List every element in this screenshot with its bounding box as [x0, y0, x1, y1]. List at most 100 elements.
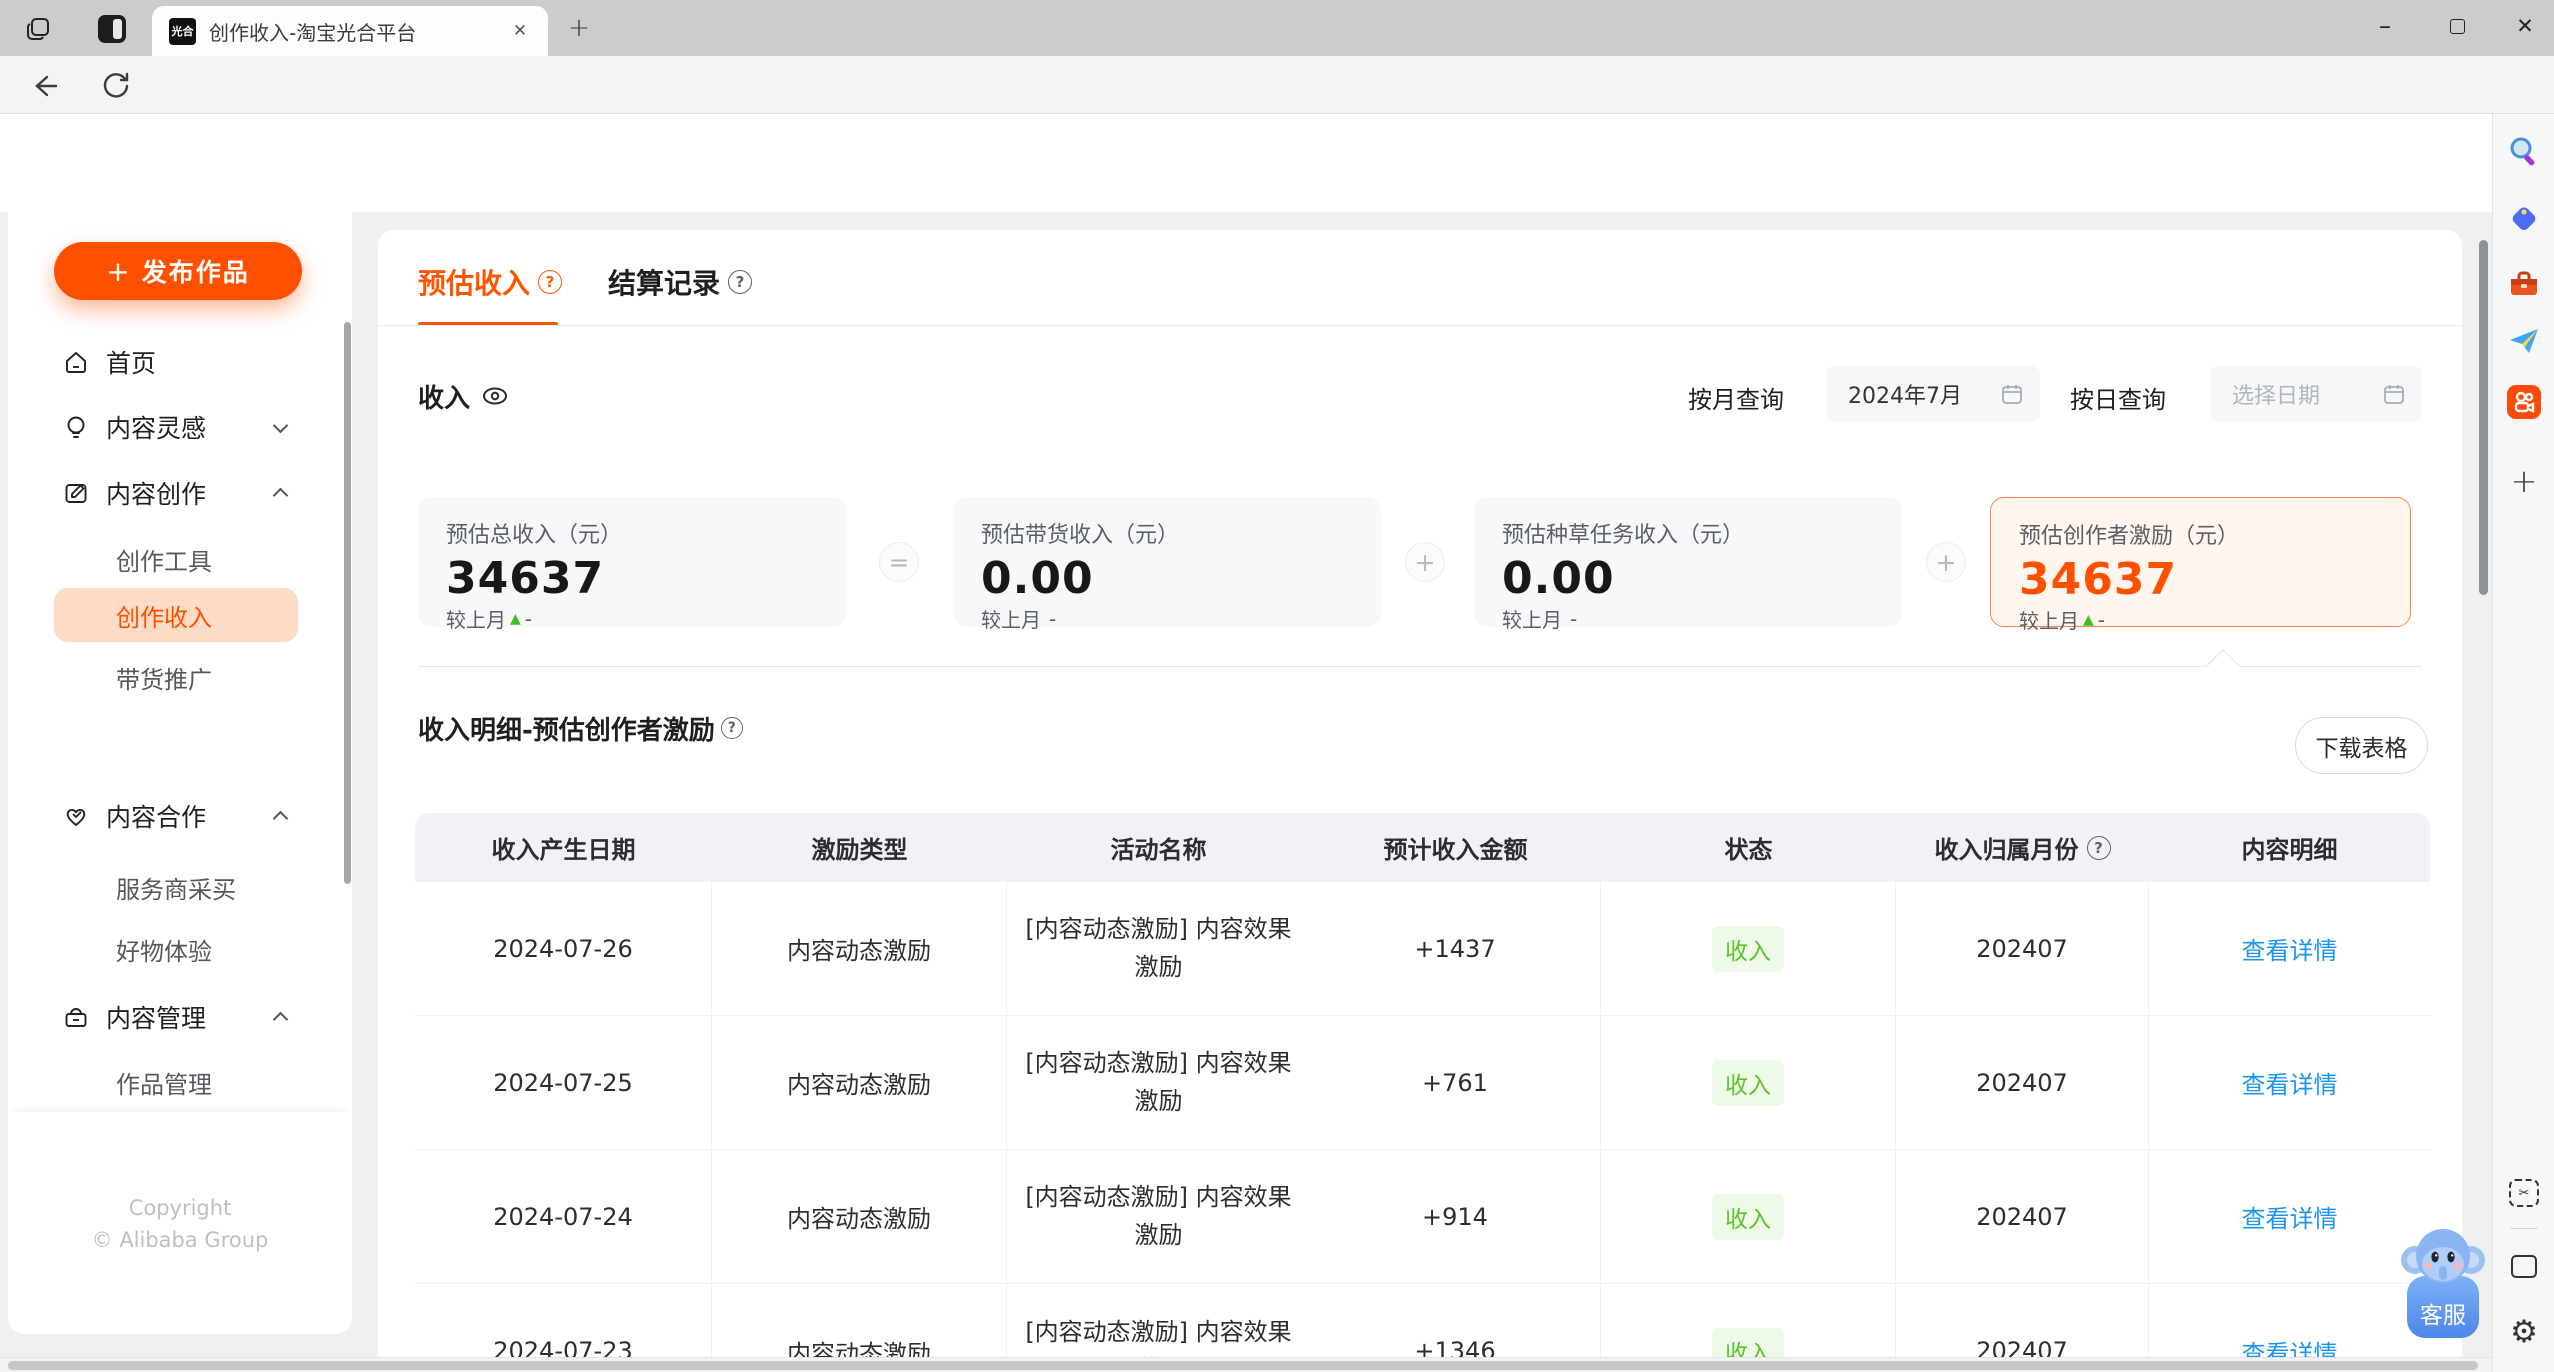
day-query-label: 按日查询	[2070, 386, 2166, 414]
tab-title: 创作收入-淘宝光合平台	[209, 20, 417, 45]
status-badge: 收入	[1712, 925, 1784, 972]
sidebar-item-creation-income-selected[interactable]: 创作收入	[54, 588, 298, 642]
view-detail-link[interactable]: 查看详情	[2242, 1199, 2338, 1234]
workspaces-icon[interactable]	[96, 13, 128, 45]
new-tab-button[interactable]: +	[564, 13, 594, 43]
sidebar-item-service-purchase[interactable]: 服务商采买	[8, 859, 352, 915]
divider	[378, 325, 2462, 326]
publish-work-button[interactable]: + 发布作品	[54, 242, 302, 300]
column-header: 激励类型	[811, 836, 908, 864]
calendar-icon	[2002, 385, 2022, 404]
income-section-label: 收入	[418, 376, 510, 416]
main-content: 预估收入 ? 结算记录 ? 收入 按月查询 2024年7月 按日查询 选择日期 …	[378, 230, 2462, 1372]
search-icon[interactable]	[2506, 134, 2542, 170]
column-header: 状态	[1724, 836, 1773, 864]
window-minimize-button[interactable]: –	[2356, 0, 2414, 52]
screenshot-icon[interactable]: ✂	[2506, 1175, 2542, 1211]
home-icon	[66, 352, 86, 373]
help-icon[interactable]: ?	[538, 270, 563, 294]
kuaishou-icon[interactable]	[2506, 384, 2542, 420]
tab-close-icon[interactable]: ✕	[508, 19, 532, 43]
month-query-label: 按月查询	[1688, 386, 1784, 414]
divider	[418, 666, 2422, 667]
calendar-icon	[2384, 385, 2404, 404]
chevron-down-icon	[272, 417, 289, 433]
card-goods-income: 预估带货收入（元） 0.00 较上月 -	[953, 497, 1381, 632]
eye-icon[interactable]	[480, 381, 510, 411]
edge-sidebar-rail: + ✂ ⚙	[2492, 114, 2554, 1372]
chevron-up-icon	[272, 1011, 289, 1028]
horizontal-scrollbar-thumb[interactable]	[8, 1361, 2478, 1370]
column-header: 预计收入金额	[1383, 836, 1528, 864]
settings-gear-icon[interactable]: ⚙	[2506, 1314, 2542, 1350]
chevron-up-icon	[272, 810, 289, 827]
table-row: 2024-07-26 内容动态激励 [内容动态激励] 内容效果激励 +1437 …	[415, 881, 2430, 1016]
archive-icon	[65, 1008, 87, 1027]
sidebar-footer: Copyright © Alibaba Group	[8, 1112, 352, 1334]
browser-tab[interactable]: 光合 创作收入-淘宝光合平台 ✕	[152, 6, 548, 56]
table-row: 2024-07-24 内容动态激励 [内容动态激励] 内容效果激励 +914 收…	[415, 1149, 2430, 1284]
sidebar-item-creation[interactable]: 内容创作	[8, 465, 352, 521]
page-vertical-scrollbar[interactable]	[2479, 240, 2488, 595]
table-header-row: 收入产生日期 激励类型 活动名称 预计收入金额 状态 收入归属月份? 内容明细	[415, 813, 2430, 882]
sidebar-scrollbar[interactable]	[344, 322, 351, 884]
chevron-up-icon	[272, 487, 289, 504]
card-creator-incentive-selected[interactable]: 预估创作者激励（元） 34637 较上月 ▲ -	[1990, 497, 2411, 633]
sidebar: + 发布作品 首页 内容灵感 内容创作 创作工具 创作收入 带货推广 内容合作 …	[8, 212, 352, 1334]
rail-divider	[2510, 1228, 2538, 1229]
plus-icon: +	[1405, 542, 1445, 582]
screen: 光合 创作收入-淘宝光合平台 ✕ + – ✕ https://creator.g…	[0, 0, 2554, 1372]
sidebar-item-cooperation[interactable]: 内容合作	[8, 788, 352, 844]
column-header: 收入产生日期	[491, 836, 636, 864]
month-picker[interactable]: 2024年7月	[1826, 366, 2040, 422]
window-maximize-button[interactable]	[2428, 0, 2486, 52]
shopping-tag-icon[interactable]	[2506, 200, 2542, 236]
help-icon[interactable]: ?	[728, 270, 753, 294]
detail-section-title: 收入明细-预估创作者激励 ?	[418, 708, 743, 748]
sidebar-item-goods-experience[interactable]: 好物体验	[8, 921, 352, 977]
sidebar-item-inspiration[interactable]: 内容灵感	[8, 399, 352, 455]
sidebar-item-management[interactable]: 内容管理	[8, 989, 352, 1045]
site-favicon: 光合	[169, 17, 196, 45]
toolbox-icon[interactable]	[2506, 266, 2542, 302]
status-badge: 收入	[1712, 1059, 1784, 1106]
tab-actions-icon[interactable]	[22, 13, 54, 45]
view-detail-link[interactable]: 查看详情	[2242, 1065, 2338, 1100]
site-header: 淘宝·光合平台 消息 创作者服务	[0, 114, 2554, 305]
help-icon[interactable]: ?	[2086, 835, 2111, 860]
add-sidebar-app-icon[interactable]: +	[2506, 462, 2542, 500]
date-picker[interactable]: 选择日期	[2210, 366, 2422, 422]
window-close-button[interactable]: ✕	[2496, 0, 2554, 52]
back-icon[interactable]	[28, 70, 60, 102]
refresh-icon[interactable]	[100, 70, 132, 102]
sidebar-item-creation-tools[interactable]: 创作工具	[8, 531, 352, 587]
download-table-button[interactable]: 下载表格	[2295, 717, 2428, 774]
paper-plane-icon[interactable]	[2506, 323, 2542, 359]
trend-up-icon: ▲	[510, 610, 521, 627]
table-row: 2024-07-25 内容动态激励 [内容动态激励] 内容效果激励 +761 收…	[415, 1015, 2430, 1150]
plus-icon: +	[1926, 542, 1966, 582]
trend-up-icon: ▲	[2083, 611, 2094, 628]
status-badge: 收入	[1712, 1193, 1784, 1240]
customer-service-widget[interactable]: 客服	[2400, 1224, 2486, 1340]
card-task-income: 预估种草任务收入（元） 0.00 较上月 -	[1474, 497, 1902, 632]
selected-card-caret	[2206, 649, 2240, 683]
sidebar-item-home[interactable]: 首页	[8, 334, 352, 390]
edit-icon	[65, 484, 87, 503]
income-detail-table: 收入产生日期 激励类型 活动名称 预计收入金额 状态 收入归属月份? 内容明细 …	[415, 813, 2430, 1372]
tab-estimated-income[interactable]: 预估收入 ?	[418, 262, 563, 302]
browser-toolbar: https://creator.guanghe.taobao.com/page/…	[0, 56, 2554, 163]
sidebar-item-works-management[interactable]: 作品管理	[8, 1054, 352, 1110]
help-icon[interactable]: ?	[720, 717, 743, 739]
column-header: 收入归属月份?	[1896, 830, 2149, 865]
sidebar-item-promotion[interactable]: 带货推广	[8, 649, 352, 705]
column-header: 内容明细	[2241, 836, 2338, 864]
page-horizontal-scrollbar[interactable]	[0, 1357, 2492, 1372]
tab-settlement-record[interactable]: 结算记录 ?	[608, 262, 753, 302]
elephant-mascot-icon	[2401, 1229, 2485, 1283]
sidebar-panel-icon[interactable]	[2506, 1248, 2542, 1284]
view-detail-link[interactable]: 查看详情	[2242, 931, 2338, 966]
card-total-income: 预估总收入（元） 34637 较上月 ▲ -	[418, 497, 847, 632]
equals-icon: =	[879, 542, 919, 582]
browser-tab-strip: 光合 创作收入-淘宝光合平台 ✕ + – ✕	[0, 0, 2554, 56]
